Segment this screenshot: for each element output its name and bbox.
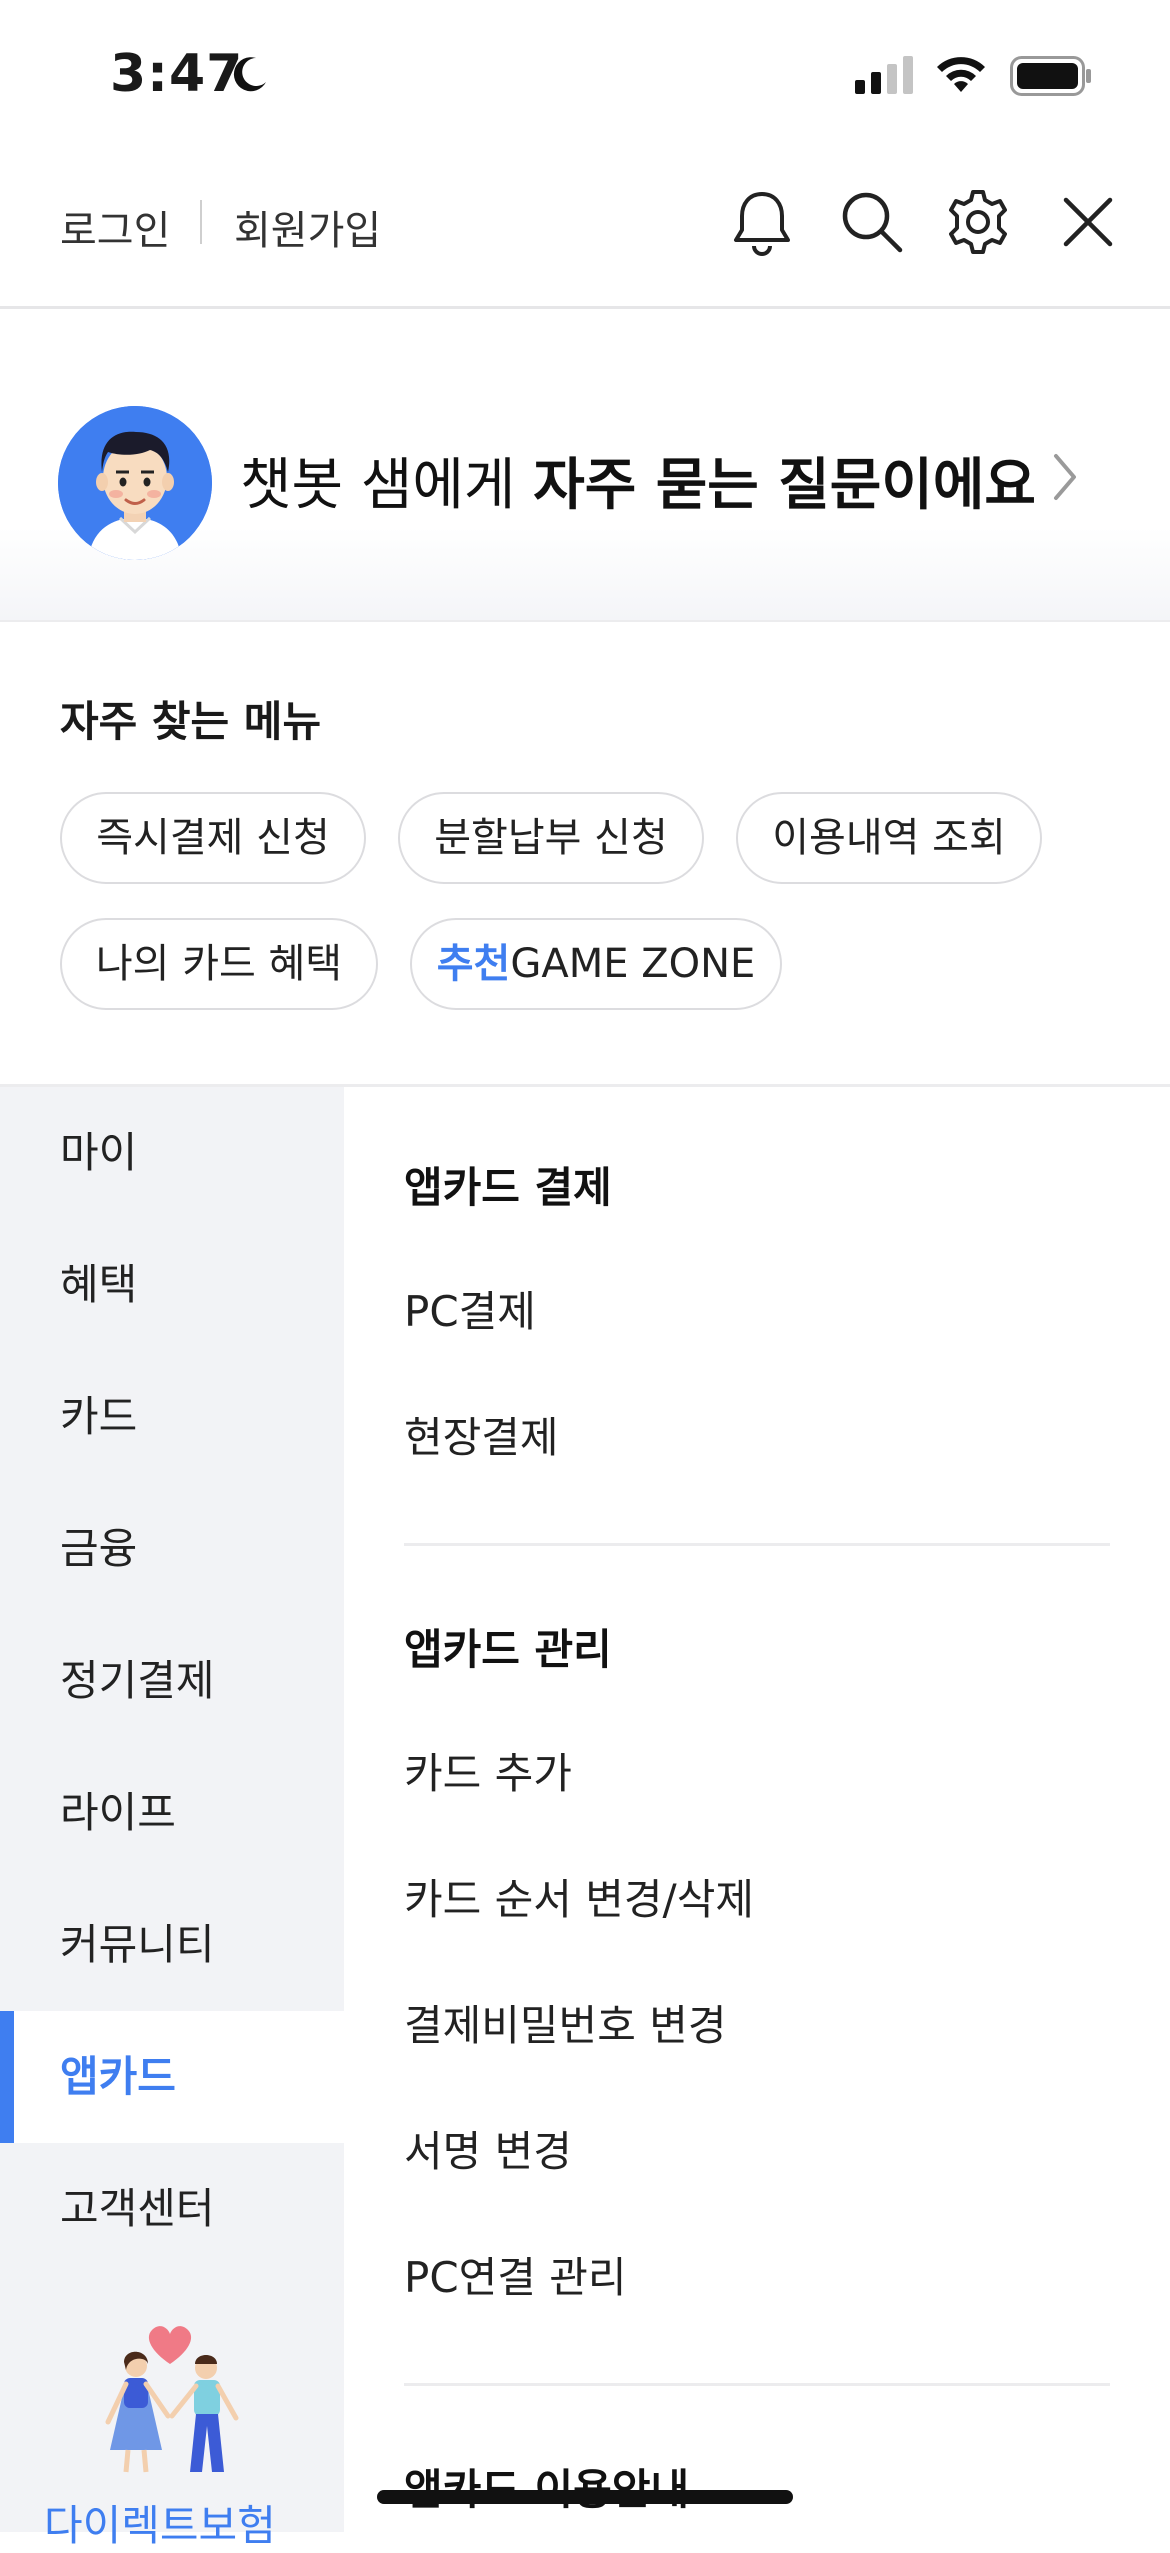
nav-item-life[interactable]: 라이프 xyxy=(0,1747,344,1879)
promo-illustration[interactable] xyxy=(40,2300,300,2484)
chip-instant-payment[interactable]: 즉시결제 신청 xyxy=(60,792,366,884)
menu-item-payment-password[interactable]: 결제비밀번호 변경 xyxy=(404,1992,726,2053)
chatbot-text-prefix: 챗봇 샘에게 xyxy=(240,453,534,518)
section-title-appcard-management: 앱카드 관리 xyxy=(404,1625,612,1674)
nav-item-community[interactable]: 커뮤니티 xyxy=(0,1879,344,2011)
gear-icon[interactable] xyxy=(944,188,1012,260)
nav-item-benefits[interactable]: 혜택 xyxy=(0,1219,344,1351)
chatbot-faq-banner[interactable]: 챗봇 샘에게 자주 묻는 질문이에요 xyxy=(0,310,1170,622)
chatbot-text-bold: 자주 묻는 질문이에요 xyxy=(533,453,1036,518)
menu-item-signature[interactable]: 서명 변경 xyxy=(404,2118,572,2179)
login-link[interactable]: 로그인 xyxy=(60,198,170,256)
nav-item-my[interactable]: 마이 xyxy=(0,1087,344,1219)
chatbot-avatar xyxy=(58,406,212,560)
section-title-appcard-payment: 앱카드 결제 xyxy=(404,1163,612,1212)
chevron-right-icon xyxy=(1050,450,1080,508)
signup-link[interactable]: 회원가입 xyxy=(234,198,381,256)
bell-icon[interactable] xyxy=(730,188,794,260)
nav-item-support[interactable]: 고객센터 xyxy=(0,2143,344,2275)
moon-icon xyxy=(230,54,270,98)
menu-item-pc-payment[interactable]: PC결제 xyxy=(404,1278,536,1339)
top-header: 로그인 회원가입 xyxy=(0,150,1170,309)
search-icon[interactable] xyxy=(838,188,906,260)
chip-game-zone-highlight: 추천 xyxy=(436,941,511,987)
status-time: 3:47 xyxy=(110,44,244,104)
nav-item-finance[interactable]: 금융 xyxy=(0,1483,344,1615)
menu-item-card-order[interactable]: 카드 순서 변경/삭제 xyxy=(404,1866,754,1927)
close-icon[interactable] xyxy=(1058,188,1118,260)
content-divider xyxy=(404,2383,1110,2386)
home-indicator[interactable] xyxy=(377,2490,793,2504)
chip-usage-history[interactable]: 이용내역 조회 xyxy=(736,792,1042,884)
chatbot-faq-text: 챗봇 샘에게 자주 묻는 질문이에요 xyxy=(240,440,1036,521)
cellular-signal-icon xyxy=(855,56,915,98)
wifi-icon xyxy=(934,52,988,98)
menu-item-add-card[interactable]: 카드 추가 xyxy=(404,1740,572,1801)
chip-card-benefits[interactable]: 나의 카드 혜택 xyxy=(60,918,378,1010)
section-title-appcard-guide: 앱카드 이용안내 xyxy=(404,2456,689,2517)
status-bar: 3:47 xyxy=(0,0,1170,150)
frequent-menu-title: 자주 찾는 메뉴 xyxy=(60,697,322,746)
chip-installment[interactable]: 분할납부 신청 xyxy=(398,792,704,884)
header-separator xyxy=(200,200,202,244)
content-divider xyxy=(404,1543,1110,1546)
nav-item-card[interactable]: 카드 xyxy=(0,1351,344,1483)
promo-text[interactable]: 다이렉트보험 xyxy=(44,2492,276,2553)
chip-game-zone[interactable]: 추천GAME ZONE xyxy=(410,918,782,1010)
chip-game-zone-label: GAME ZONE xyxy=(510,941,756,987)
menu-item-pc-connection[interactable]: PC연결 관리 xyxy=(404,2244,627,2305)
battery-icon xyxy=(1010,56,1092,100)
menu-item-onsite-payment[interactable]: 현장결제 xyxy=(404,1404,559,1465)
nav-item-recurring[interactable]: 정기결제 xyxy=(0,1615,344,1747)
nav-item-appcard[interactable]: 앱카드 xyxy=(0,2011,344,2143)
